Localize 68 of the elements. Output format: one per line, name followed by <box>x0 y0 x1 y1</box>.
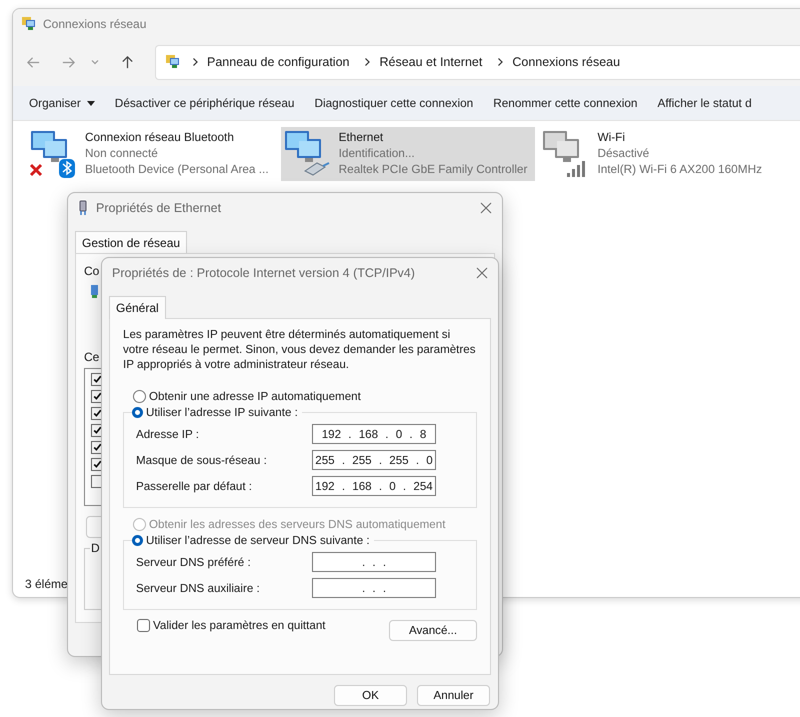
up-arrow-icon[interactable] <box>120 54 135 70</box>
check-icon <box>92 408 103 419</box>
connection-name: Connexion réseau Bluetooth <box>85 129 235 145</box>
field-label: Masque de sous-réseau : <box>136 454 268 466</box>
command-button[interactable]: Diagnostiquer cette connexion <box>306 92 482 114</box>
breadcrumb-item[interactable]: Connexions réseau <box>512 55 620 69</box>
radio-option[interactable]: Utiliser l’adresse IP suivante : <box>132 406 298 419</box>
checkbox-option[interactable]: Valider les paramètres en quittant <box>137 619 326 632</box>
check-icon <box>92 425 103 436</box>
intro-text: Les paramètres IP peuvent être déterminés automatiquement si votre réseau le permet. Sinon, vous devez demander les paramètres IP appropriés à votre administrateur réseau. <box>123 327 477 372</box>
ip-address-field[interactable]: . . . <box>312 578 436 598</box>
connection-item[interactable]: Ethernet Identification... Realtek PCIe GbE Family Controller <box>280 127 536 181</box>
check-icon <box>92 459 103 470</box>
forward-arrow-icon[interactable] <box>61 54 76 70</box>
network-adapter-icon <box>78 200 88 216</box>
ip-address-field[interactable]: 192 . 168 . 0 . 8 <box>312 424 436 444</box>
back-arrow-icon[interactable] <box>26 54 41 70</box>
ip-address-field[interactable]: . . . <box>312 552 436 572</box>
advanced-button[interactable]: Avancé... <box>389 620 477 641</box>
organize-menu-button[interactable]: Organiser <box>21 92 103 114</box>
command-button[interactable]: Renommer cette connexion <box>485 92 646 114</box>
check-icon <box>92 374 103 385</box>
device-name: Realtek PCIe GbE Family Controller <box>338 161 528 177</box>
section-label: Co <box>84 264 100 278</box>
adapter-icon <box>90 284 98 300</box>
field-label: Adresse IP : <box>136 428 200 440</box>
chevron-right-icon <box>496 57 504 67</box>
dialog-title: Propriétés de : Protocole Internet version 4 (TCP/IPv4) <box>112 266 415 280</box>
connection-name: Ethernet <box>338 129 384 145</box>
close-icon[interactable] <box>476 267 488 279</box>
ip-address-field[interactable]: 255 . 255 . 255 . 0 <box>312 450 436 470</box>
cancel-button[interactable]: Annuler <box>417 685 490 706</box>
breadcrumb-item[interactable]: Réseau et Internet <box>379 55 482 69</box>
device-name: Bluetooth Device (Personal Area ... <box>85 161 269 177</box>
tab[interactable]: Gestion de réseau <box>75 231 188 254</box>
connection-item[interactable]: Wi-Fi Désactivé Intel(R) Wi-Fi 6 AX200 160MHz <box>539 127 788 181</box>
device-name: Intel(R) Wi-Fi 6 AX200 160MHz <box>597 161 762 177</box>
check-icon <box>92 442 103 453</box>
chevron-down-icon[interactable] <box>90 57 100 67</box>
breadcrumb-item[interactable]: Panneau de configuration <box>207 55 350 69</box>
radio-option[interactable]: Utiliser l’adresse de serveur DNS suivante : <box>132 534 370 547</box>
network-folder-icon <box>165 54 181 70</box>
tab[interactable]: Général <box>109 296 166 319</box>
chevron-right-icon <box>363 57 372 67</box>
address-bar[interactable]: Panneau de configuration Réseau et Internet Connexions réseau <box>155 44 800 80</box>
network-folder-icon <box>21 16 37 32</box>
dialog-title: Propriétés de Ethernet <box>96 201 222 215</box>
chevron-right-icon <box>191 57 199 67</box>
field-label: Passerelle par défaut : <box>136 480 254 492</box>
field-label: Serveur DNS préféré : <box>136 556 252 568</box>
field-label: Serveur DNS auxiliaire : <box>136 582 261 594</box>
connection-status: Non connecté <box>85 145 159 161</box>
group-label: D <box>90 541 101 555</box>
close-icon[interactable] <box>480 202 492 214</box>
section-label: Ce <box>84 350 100 364</box>
window-title: Connexions réseau <box>43 16 146 30</box>
radio-option[interactable]: Obtenir une adresse IP automatiquement <box>133 390 477 403</box>
check-icon <box>92 391 103 402</box>
connection-name: Wi-Fi <box>597 129 626 145</box>
ok-button[interactable]: OK <box>334 685 407 706</box>
ip-address-field[interactable]: 192 . 168 . 0 . 254 <box>312 476 436 496</box>
command-button[interactable]: Afficher le statut d <box>649 92 760 114</box>
caret-icon <box>86 100 95 106</box>
connection-status: Désactivé <box>597 145 650 161</box>
status-bar-text: 3 éléme <box>25 577 68 591</box>
command-button[interactable]: Désactiver ce périphérique réseau <box>106 92 302 114</box>
connection-status: Identification... <box>338 145 416 161</box>
connection-item[interactable]: Connexion réseau Bluetooth Non connecté Bluetooth Device (Personal Area ... <box>27 127 277 181</box>
